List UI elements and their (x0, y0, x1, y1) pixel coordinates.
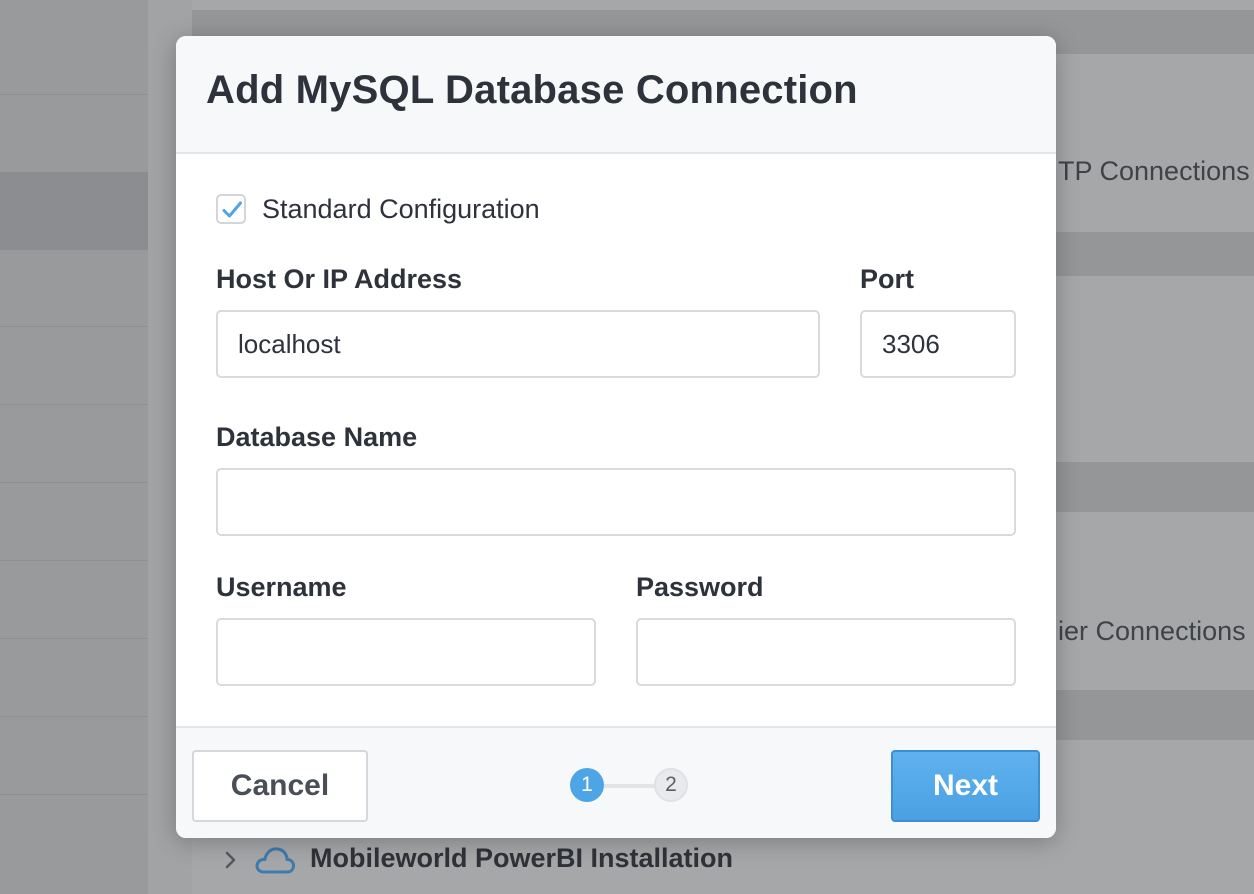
add-connection-dialog: Add MySQL Database Connection Standard C… (176, 36, 1056, 838)
chevron-right-icon (225, 851, 236, 869)
step-connector (602, 784, 656, 788)
port-label: Port (860, 264, 914, 294)
background-row-text: ier Connections (1058, 616, 1246, 646)
sidebar-divider (0, 560, 148, 561)
check-icon (222, 201, 242, 218)
sidebar-divider (0, 482, 148, 483)
sidebar-divider (0, 794, 148, 795)
background-row-text: TP Connections (1058, 156, 1250, 186)
standard-configuration-checkbox[interactable] (216, 194, 246, 224)
sidebar-divider (0, 716, 148, 717)
password-input[interactable] (636, 618, 1016, 686)
username-input[interactable] (216, 618, 596, 686)
sidebar-divider (0, 638, 148, 639)
next-button[interactable]: Next (891, 750, 1040, 822)
background-sidebar (0, 0, 149, 894)
username-label: Username (216, 572, 347, 602)
host-input[interactable] (216, 310, 820, 378)
step-indicator: 1 2 (570, 768, 690, 804)
port-input[interactable] (860, 310, 1016, 378)
dialog-footer: Cancel 1 2 Next (176, 726, 1056, 838)
cloud-icon (255, 847, 296, 874)
sidebar-divider (0, 94, 148, 95)
sidebar-divider (0, 404, 148, 405)
dialog-header: Add MySQL Database Connection (176, 36, 1056, 154)
installation-name: Mobileworld PowerBI Installation (310, 843, 734, 873)
database-name-label: Database Name (216, 422, 418, 452)
dialog-title: Add MySQL Database Connection (206, 68, 858, 112)
standard-configuration-label[interactable]: Standard Configuration (262, 194, 540, 225)
step-2: 2 (654, 768, 688, 802)
cancel-button[interactable]: Cancel (192, 750, 368, 822)
step-1: 1 (570, 768, 604, 802)
host-label: Host Or IP Address (216, 264, 463, 294)
sidebar-selected-item (0, 172, 148, 250)
sidebar-divider (0, 326, 148, 327)
database-name-input[interactable] (216, 468, 1016, 536)
password-label: Password (636, 572, 764, 602)
